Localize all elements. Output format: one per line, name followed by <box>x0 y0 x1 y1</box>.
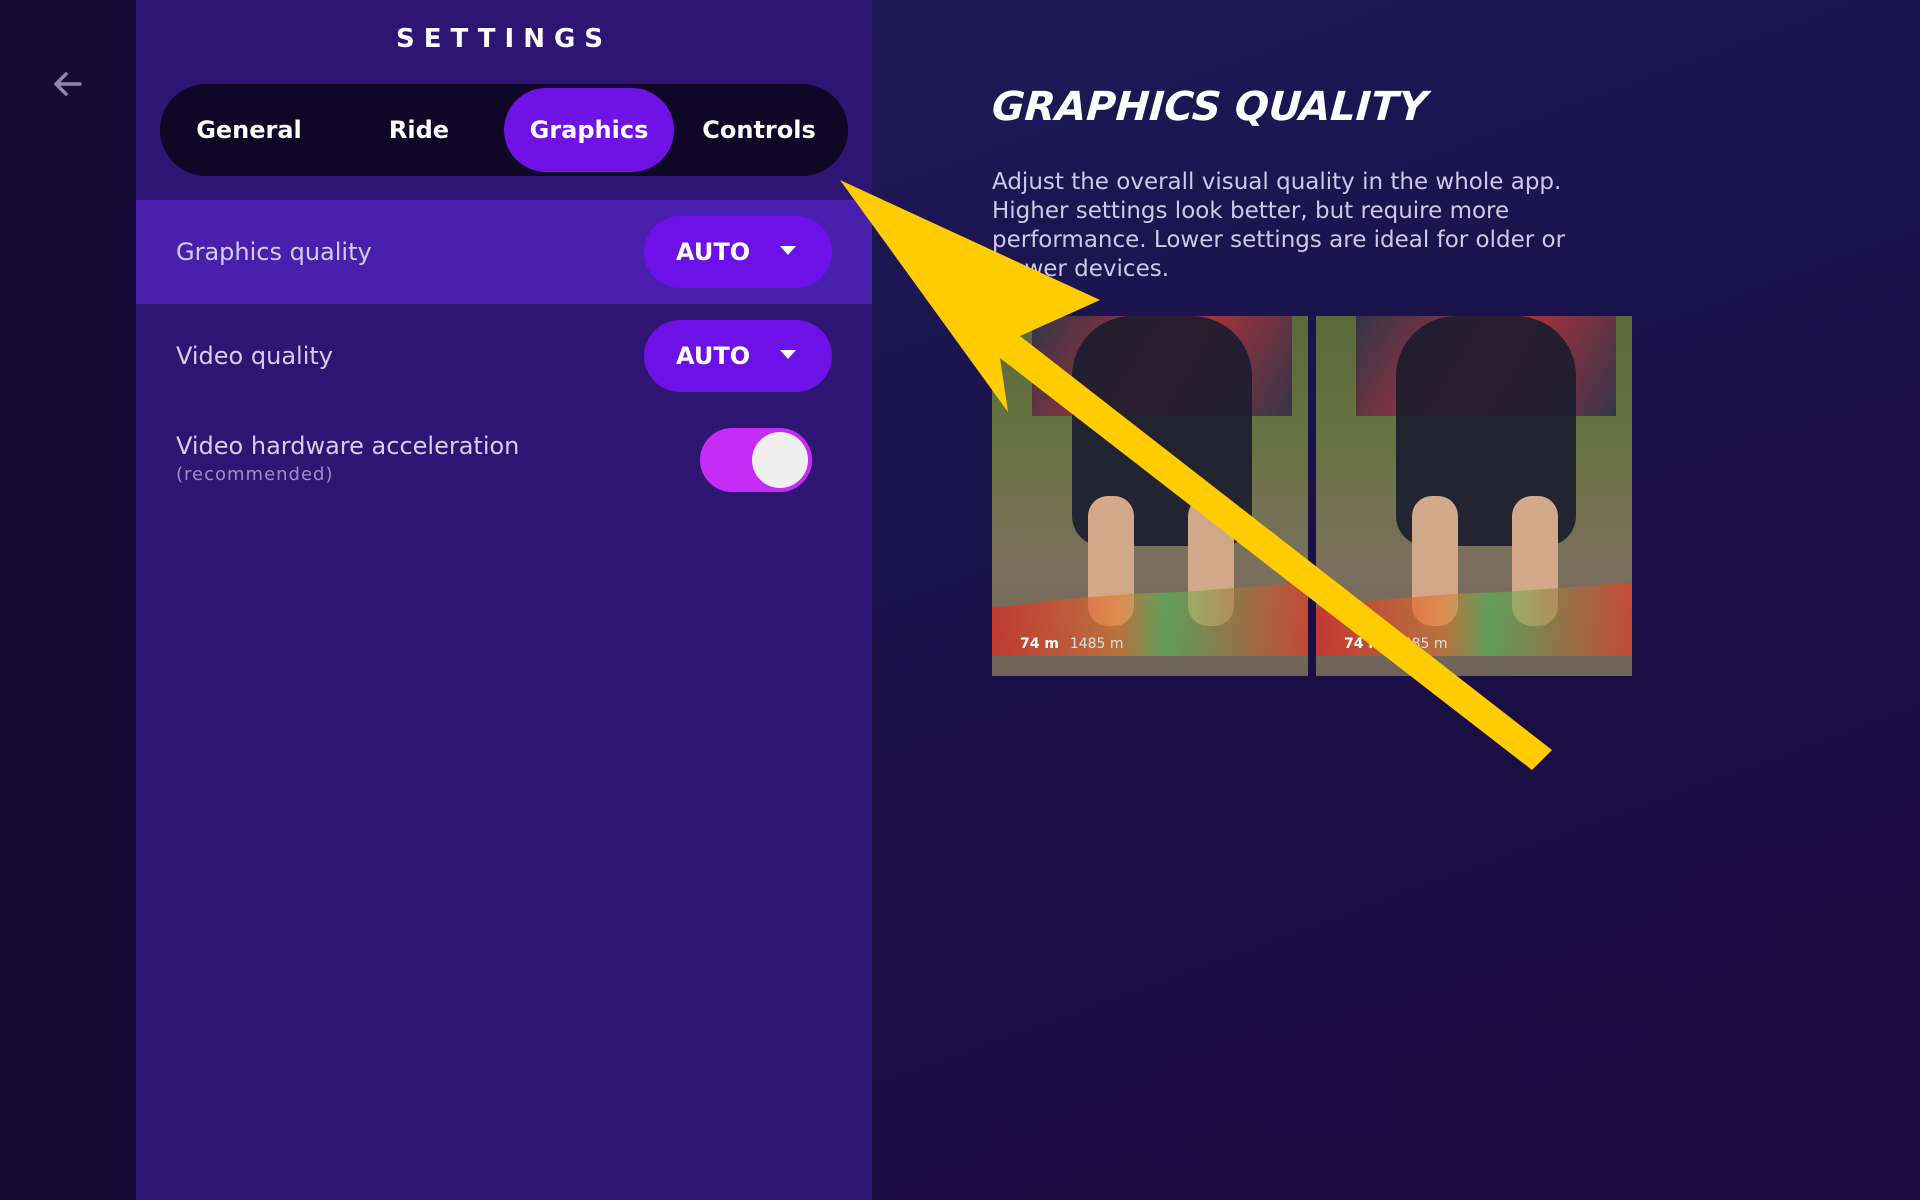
left-rail <box>0 0 136 1200</box>
graphics-quality-label: Graphics quality <box>176 238 372 266</box>
settings-tabs: General Ride Graphics Controls <box>160 84 848 176</box>
preview-image-high: 74 m 1485 m <box>1316 316 1632 676</box>
detail-pane: GRAPHICS QUALITY Adjust the overall visu… <box>872 0 1920 1200</box>
tab-controls[interactable]: Controls <box>674 88 844 172</box>
caret-down-icon <box>780 350 796 359</box>
caret-down-icon <box>780 246 796 255</box>
elevation-value: 1485 m <box>1393 636 1448 652</box>
graphics-quality-row[interactable]: Graphics quality AUTO <box>136 200 872 304</box>
graphics-quality-value: AUTO <box>676 238 751 266</box>
tab-graphics[interactable]: Graphics <box>504 88 674 172</box>
detail-description: Adjust the overall visual quality in the… <box>992 169 1566 282</box>
video-quality-value: AUTO <box>676 342 751 370</box>
ride-stats: 74 m 1485 m <box>1020 636 1124 652</box>
elevation-value: 1485 m <box>1069 636 1124 652</box>
distance-value: 74 m <box>1344 636 1383 652</box>
back-button[interactable] <box>44 64 92 104</box>
video-quality-row[interactable]: Video quality AUTO <box>136 304 872 408</box>
tab-general[interactable]: General <box>164 88 334 172</box>
preview-image-low: 74 m 1485 m <box>992 316 1308 676</box>
toggle-knob <box>752 432 808 488</box>
video-quality-dropdown[interactable]: AUTO <box>644 320 832 392</box>
hw-accel-sublabel: (recommended) <box>176 464 334 485</box>
hw-accel-toggle[interactable] <box>700 428 812 492</box>
distance-value: 74 m <box>1020 636 1059 652</box>
graphics-quality-dropdown[interactable]: AUTO <box>644 216 832 288</box>
hw-accel-label: Video hardware acceleration <box>176 432 520 460</box>
settings-title: SETTINGS <box>395 24 613 54</box>
arrow-left-icon <box>54 72 82 96</box>
quality-comparison: 74 m 1485 m 74 m 1485 m <box>992 316 1632 676</box>
ride-stats: 74 m 1485 m <box>1344 636 1448 652</box>
video-quality-label: Video quality <box>176 342 333 370</box>
settings-panel: SETTINGS General Ride Graphics Controls … <box>136 0 872 1200</box>
app-window: SETTINGS General Ride Graphics Controls … <box>0 0 1920 1200</box>
tab-ride[interactable]: Ride <box>334 88 504 172</box>
detail-title: GRAPHICS QUALITY <box>990 84 1429 130</box>
